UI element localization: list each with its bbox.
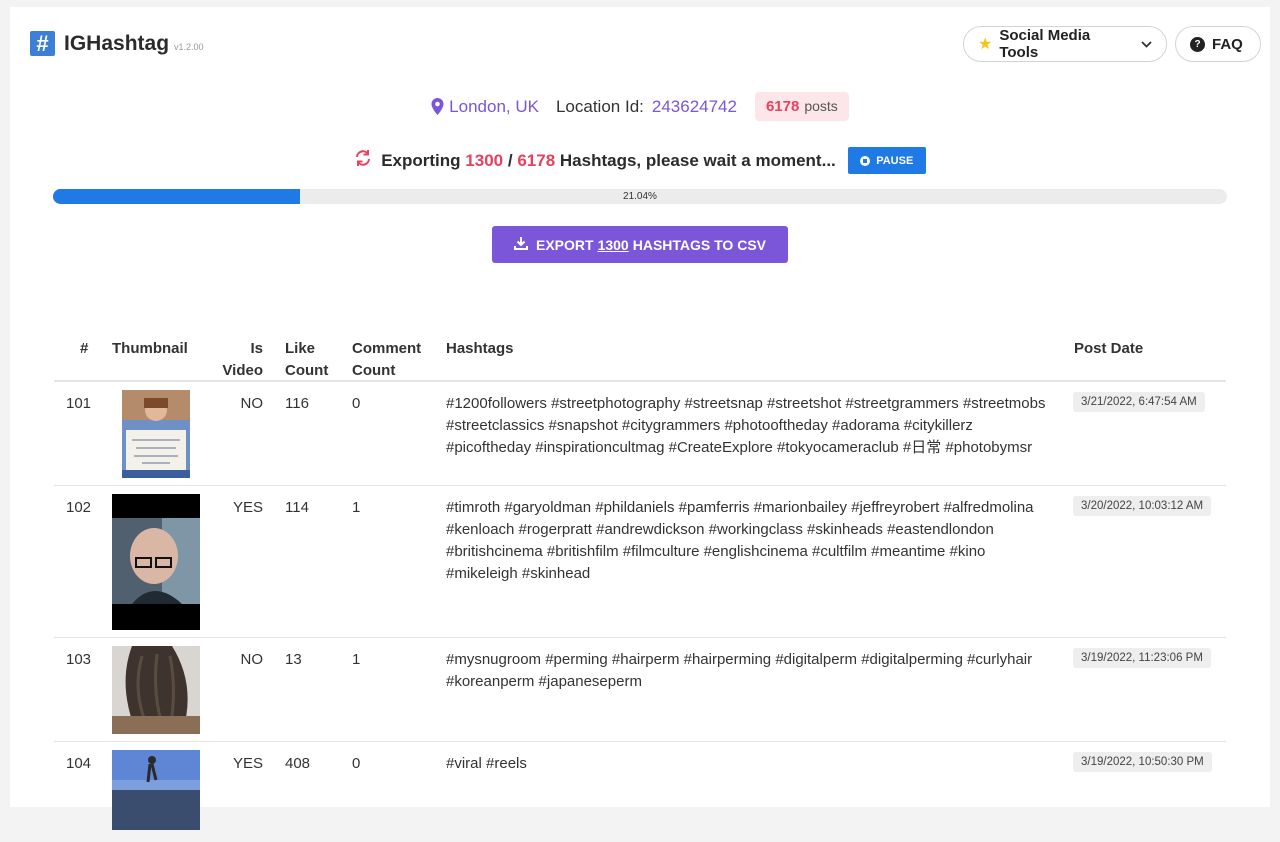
export-status: Exporting 1300 / 6178 Hashtags, please w…	[10, 147, 1270, 174]
post-date-badge: 3/19/2022, 10:50:30 PM	[1073, 752, 1212, 772]
export-total: 6178	[517, 150, 556, 170]
hashtags-table: # Thumbnail Is Video Like Count Comment …	[54, 329, 1226, 842]
pause-circle-icon	[860, 155, 871, 166]
export-current: 1300	[465, 150, 504, 170]
header-comment-line2: Count	[352, 362, 396, 379]
header-comment-count: Comment Count	[352, 338, 421, 382]
comment-count: 1	[352, 499, 361, 516]
map-pin-icon	[431, 98, 444, 115]
table-row: 104 YES 408 0 #viral #reels 3/19/2022, 1…	[54, 742, 1226, 842]
export-button-prefix: EXPORT	[535, 236, 594, 253]
header-is-video: Is Video	[207, 338, 263, 382]
is-video: NO	[240, 395, 264, 412]
hashtag-logo-icon: #	[30, 31, 55, 56]
header-thumbnail: Thumbnail	[112, 340, 188, 357]
like-count: 408	[285, 755, 311, 772]
sync-icon	[354, 149, 372, 173]
pause-button[interactable]: PAUSE	[847, 147, 926, 174]
header-num: #	[80, 340, 89, 357]
header-like-line2: Count	[285, 362, 329, 379]
app-version: v1.2.00	[174, 41, 204, 52]
pause-label: PAUSE	[876, 154, 914, 167]
row-number: 103	[66, 651, 92, 668]
table-row: 102 YES 114 1 #timroth #garyoldman #phil…	[54, 486, 1226, 638]
header-like-count: Like Count	[285, 338, 328, 382]
social-media-tools-label: Social Media Tools	[999, 27, 1091, 61]
star-icon: ★	[978, 36, 993, 53]
export-button-suffix: HASHTAGS TO CSV	[632, 236, 766, 253]
location-info: London, UK Location Id: 243624742 6178 po…	[10, 92, 1270, 121]
post-thumbnail[interactable]	[112, 750, 200, 830]
posts-label: posts	[804, 98, 838, 114]
post-date-badge: 3/21/2022, 6:47:54 AM	[1073, 392, 1205, 412]
download-icon	[513, 236, 528, 253]
table-header: # Thumbnail Is Video Like Count Comment …	[54, 329, 1226, 382]
row-number: 104	[66, 755, 92, 772]
is-video: YES	[232, 499, 263, 516]
table-row: 101 NO 116 0 #1200followers #streetphoto…	[54, 382, 1226, 486]
hashtags-text: #viral #reels	[446, 755, 527, 772]
like-count: 114	[285, 499, 309, 516]
header-comment-line1: Comment	[352, 340, 422, 357]
faq-label: FAQ	[1212, 35, 1243, 53]
page: # IGHashtag v1.2.00 ★ Social Media Tools…	[10, 7, 1270, 830]
export-suffix: Hashtags, please wait a moment...	[559, 150, 836, 170]
header-is-video-line1: Is	[250, 340, 263, 357]
app-logo[interactable]: # IGHashtag v1.2.00	[30, 31, 204, 56]
header-like-line1: Like	[285, 340, 316, 357]
comment-count: 0	[352, 755, 361, 772]
location-id-link[interactable]: 243624742	[652, 97, 737, 117]
posts-count-badge: 6178 posts	[754, 92, 849, 121]
location-id-label: Location Id:	[555, 96, 644, 116]
progress-label: 21.04%	[623, 191, 657, 202]
post-thumbnail[interactable]	[112, 494, 200, 630]
row-number: 102	[66, 499, 92, 516]
post-date-badge: 3/20/2022, 10:03:12 AM	[1073, 496, 1212, 516]
app-name: IGHashtag	[64, 31, 170, 55]
chevron-down-icon	[1141, 37, 1152, 51]
location-name-link[interactable]: London, UK	[449, 97, 539, 117]
is-video: YES	[232, 755, 263, 772]
social-media-tools-button[interactable]: ★ Social Media Tools	[963, 26, 1167, 62]
export-button-count: 1300	[597, 236, 629, 253]
export-csv-button[interactable]: EXPORT 1300 HASHTAGS TO CSV	[492, 226, 788, 263]
comment-count: 0	[352, 395, 361, 412]
is-video: NO	[240, 651, 264, 668]
export-progress-bar: 21.04%	[53, 189, 1227, 204]
post-thumbnail[interactable]	[122, 390, 190, 478]
faq-button[interactable]: ? FAQ	[1175, 26, 1261, 62]
export-separator: /	[507, 150, 513, 170]
header-is-video-line2: Video	[222, 362, 263, 379]
export-prefix: Exporting	[381, 150, 461, 170]
header-post-date: Post Date	[1074, 340, 1144, 357]
row-number: 101	[66, 395, 92, 412]
table-row: 103 NO 13 1 #mysnugroom #perming #hairpe…	[54, 638, 1226, 742]
posts-count: 6178	[765, 98, 800, 115]
like-count: 13	[285, 651, 302, 668]
post-thumbnail[interactable]	[112, 646, 200, 734]
hashtags-text: #timroth #garyoldman #phildaniels #pamfe…	[446, 499, 1034, 582]
post-date-badge: 3/19/2022, 11:23:06 PM	[1073, 648, 1211, 668]
hashtags-text: #mysnugroom #perming #hairperm #hairperm…	[446, 651, 1033, 690]
question-circle-icon: ?	[1190, 36, 1205, 52]
hashtags-text: #1200followers #streetphotography #stree…	[446, 395, 1046, 456]
header-hashtags: Hashtags	[446, 340, 514, 357]
comment-count: 1	[352, 651, 361, 668]
like-count: 116	[285, 395, 309, 412]
